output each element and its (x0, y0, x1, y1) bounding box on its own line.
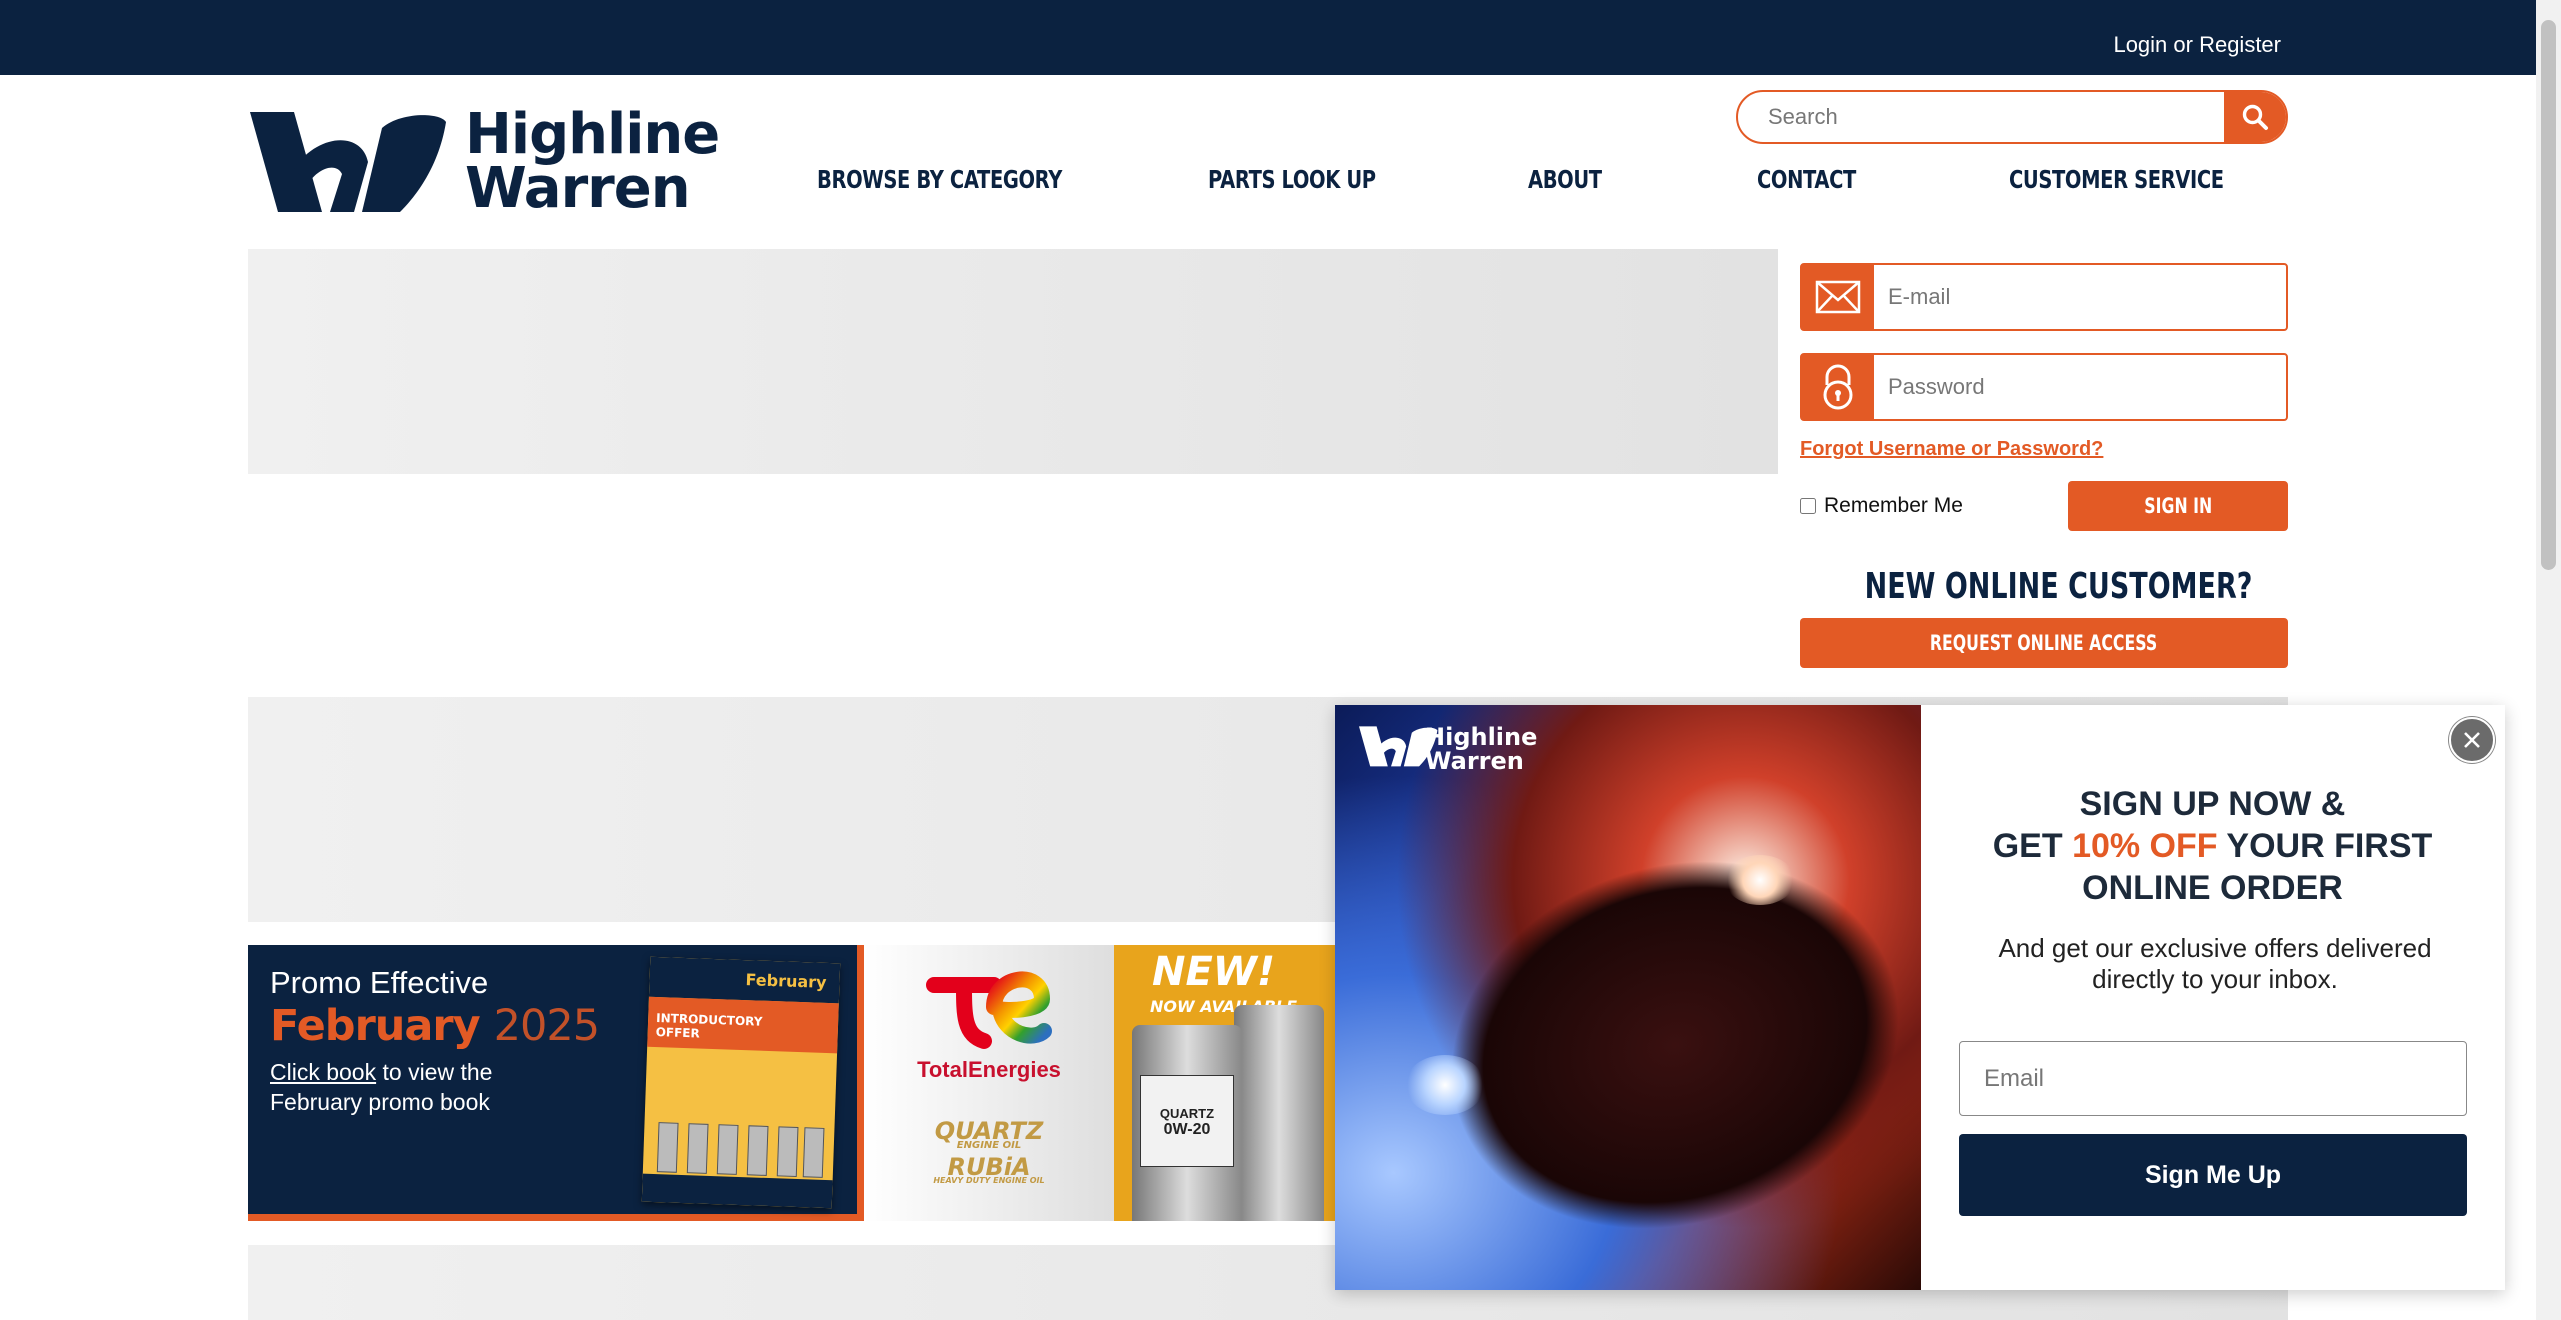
popup-car-shape (1400, 802, 1921, 1288)
promo-date: February 2025 (270, 1001, 600, 1051)
sign-in-button[interactable]: SIGN IN (2068, 481, 2288, 531)
popup-heading-line-1: SIGN UP NOW & (2079, 785, 2346, 823)
nav-customer-service[interactable]: CUSTOMER SERVICE (2009, 165, 2224, 194)
popup-email-field (1959, 1041, 2467, 1116)
booklet-offer-band: INTRODUCTORY OFFER (647, 996, 839, 1054)
bottle-product-name: QUARTZ (1159, 1106, 1215, 1121)
booklet-footer (641, 1173, 833, 1209)
hero-placeholder (248, 249, 1778, 474)
nav-parts-look-up[interactable]: PARTS LOOK UP (1208, 165, 1376, 194)
booklet-bottle (656, 1122, 679, 1173)
booklet-bottle (802, 1127, 825, 1178)
totalenergies-panel: TotalEnergies QUARTZ ENGINE OIL RUBiA HE… (864, 945, 1114, 1221)
sign-me-up-button[interactable]: Sign Me Up (1959, 1134, 2467, 1216)
nav-about[interactable]: ABOUT (1528, 165, 1602, 194)
search-icon (2242, 104, 2268, 130)
new-customer-heading: NEW ONLINE CUSTOMER? (1800, 565, 2288, 607)
booklet-offer-text: INTRODUCTORY OFFER (655, 1011, 763, 1041)
popup-logo-wordmark: Highline Warren (1425, 725, 1537, 773)
popup-heading-line-2: GET 10% OFF YOUR FIRST (1935, 825, 2490, 867)
search-button[interactable] (2224, 92, 2286, 142)
request-online-access-button[interactable]: REQUEST ONLINE ACCESS (1800, 618, 2288, 668)
popup-hero-image: Highline Warren (1335, 705, 1921, 1290)
popup-close-button[interactable] (2449, 717, 2495, 763)
booklet-bottle (746, 1125, 769, 1176)
popup-email-input[interactable] (1960, 1042, 2466, 1115)
forgot-password-link[interactable]: Forgot Username or Password? (1800, 438, 2103, 461)
oil-bottle (1234, 1005, 1324, 1221)
promo-info-panel: Promo Effective February 2025 Click book… (248, 945, 864, 1221)
product-rubia-sub: HEAVY DUTY ENGINE OIL (933, 1176, 1045, 1185)
login-password-field (1800, 353, 2288, 421)
request-access-label: REQUEST ONLINE ACCESS (1930, 631, 2158, 655)
new-product-panel: NEW! NOW AVAILABLE QUARTZ 0W-20 (1114, 945, 1338, 1221)
popup-subtext: And get our exclusive offers delivered d… (1998, 933, 2432, 994)
top-bar: Login or Register (0, 0, 2561, 75)
popup-heading-rest: YOUR FIRST (2226, 827, 2433, 865)
password-icon-box (1802, 355, 1874, 419)
product-lines: QUARTZ ENGINE OIL RUBiA HEAVY DUTY ENGIN… (864, 1115, 1114, 1185)
popup-heading-line-3: ONLINE ORDER (2082, 869, 2343, 907)
product-quartz-sub: ENGINE OIL (956, 1140, 1022, 1151)
popup-heading: SIGN UP NOW & GET 10% OFF YOUR FIRST ONL… (1935, 783, 2490, 909)
remember-me-label: Remember Me (1824, 494, 1963, 517)
headlight (1725, 855, 1795, 905)
oil-bottle-label: QUARTZ 0W-20 (1140, 1075, 1234, 1167)
logo-line-1: Highline (465, 102, 720, 167)
login-email-field (1800, 263, 2288, 331)
envelope-icon (1815, 280, 1861, 314)
booklet-bottle (776, 1126, 799, 1178)
oil-bottle: QUARTZ 0W-20 (1132, 1025, 1242, 1221)
page-scrollbar[interactable] (2536, 0, 2561, 1320)
click-book-link[interactable]: Click book (270, 1059, 376, 1085)
close-icon (2464, 732, 2480, 748)
search-input[interactable] (1738, 92, 2228, 142)
bottle-grade: 0W-20 (1163, 1121, 1211, 1138)
main-nav: BROWSE BY CATEGORY PARTS LOOK UP ABOUT C… (0, 165, 2561, 205)
remember-me-checkbox[interactable] (1800, 498, 1816, 514)
booklet-header: February (648, 956, 841, 1004)
promo-book-thumbnail[interactable]: February INTRODUCTORY OFFER (641, 956, 841, 1209)
nav-browse-by-category[interactable]: BROWSE BY CATEGORY (817, 165, 1062, 194)
booklet-bottle (716, 1124, 739, 1175)
scrollbar-thumb[interactable] (2541, 20, 2556, 570)
new-badge: NEW! (1152, 949, 1276, 995)
signup-popup: Highline Warren SIGN UP NOW & GET 10% OF… (1335, 705, 2505, 1290)
email-icon-box (1802, 265, 1874, 329)
sign-in-label: SIGN IN (2144, 494, 2212, 518)
login-email-input[interactable] (1874, 265, 2284, 329)
headlight (1405, 1055, 1485, 1115)
promo-year: 2025 (493, 1001, 600, 1051)
popup-logo-line-1: Highline (1425, 723, 1538, 751)
popup-heading-get: GET (1992, 827, 2063, 865)
popup-logo-line-2: Warren (1425, 747, 1524, 775)
login-password-input[interactable] (1874, 355, 2284, 419)
search-bar (1736, 90, 2288, 144)
nav-contact[interactable]: CONTACT (1757, 165, 1856, 194)
popup-discount: 10% OFF (2072, 827, 2218, 865)
booklet-title: February (745, 970, 827, 992)
promo-banner[interactable]: Promo Effective February 2025 Click book… (248, 945, 1338, 1221)
booklet-bottle (686, 1123, 709, 1174)
promo-effective-label: Promo Effective (270, 965, 489, 1000)
promo-month: February (270, 1001, 481, 1051)
totalenergies-wordmark: TotalEnergies (917, 1057, 1061, 1082)
totalenergies-logo-icon (926, 971, 1052, 1049)
lock-icon (1823, 364, 1853, 410)
login-register-link[interactable]: Login or Register (2113, 32, 2281, 58)
remember-me[interactable]: Remember Me (1800, 494, 1963, 518)
promo-instructions: Click book to view the February promo bo… (270, 1057, 560, 1117)
new-customer-text: NEW ONLINE CUSTOMER? (1864, 566, 2253, 607)
